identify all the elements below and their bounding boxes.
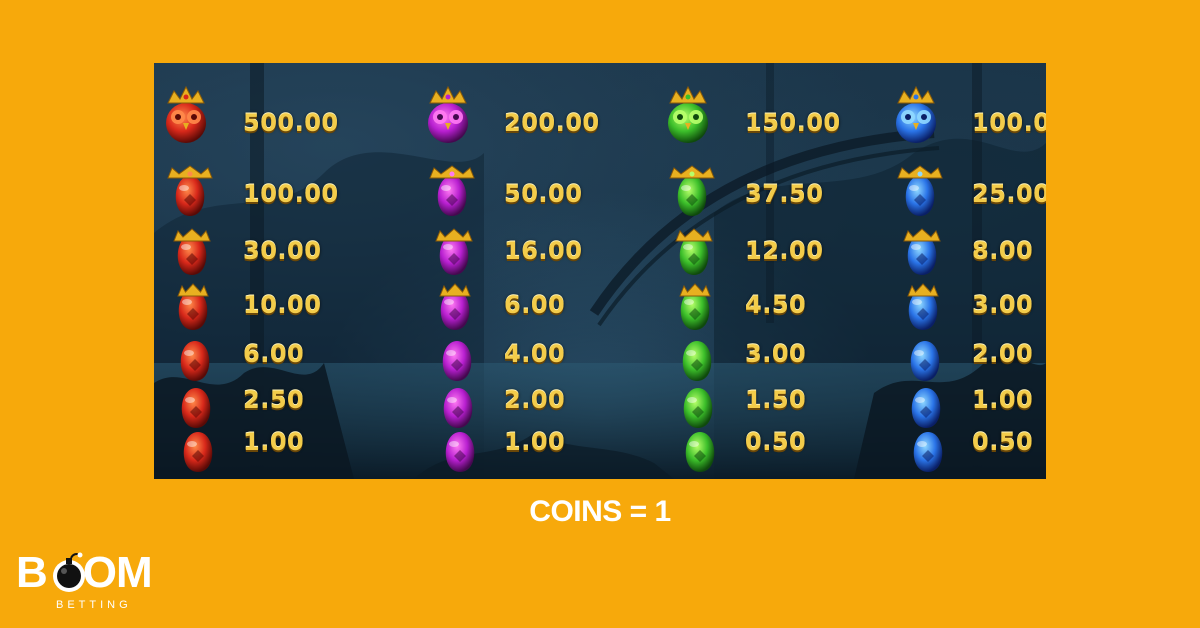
paytable-row: 100.00	[886, 85, 1046, 143]
paytable-panel: 500.00 100.00 30.00 10.00 6.00 2.50 1.00 200.0…	[154, 63, 1046, 479]
purple-gem-small-icon	[428, 378, 473, 428]
green-gem-large-crown-icon	[662, 165, 715, 218]
purple-gem-large-crown-icon	[422, 165, 475, 218]
red-gem-icon	[165, 331, 210, 381]
green-gem-crown-icon	[664, 225, 713, 275]
red-gem-small-crown-icon	[163, 280, 210, 330]
paytable-row: 1.00	[156, 422, 386, 472]
paytable-row: 25.00	[886, 165, 1046, 216]
paytable-row: 2.00	[886, 331, 1046, 381]
brand-word-end: OM	[82, 548, 153, 597]
payout-value: 100.00	[972, 109, 1046, 137]
payout-value: 16.00	[504, 237, 583, 265]
payout-value: 100.00	[243, 180, 339, 208]
blue-gem-small-icon	[896, 378, 941, 428]
paytable-row: 6.00	[156, 331, 386, 381]
paytable-row: 3.00	[886, 283, 1046, 330]
paytable-row: 1.00	[886, 378, 1046, 428]
payout-value: 1.00	[243, 428, 305, 456]
payout-value: 12.00	[745, 237, 824, 265]
blue-owl-icon	[886, 85, 946, 145]
payout-value: 3.00	[972, 291, 1034, 319]
payout-value: 1.00	[972, 386, 1034, 414]
payout-value: 2.00	[972, 340, 1034, 368]
payout-value: 4.00	[504, 340, 566, 368]
coins-caption: COINS = 1	[529, 495, 671, 528]
payout-value: 10.00	[243, 291, 322, 319]
red-gem-smallest-icon	[168, 422, 213, 472]
paytable-row: 2.50	[156, 378, 386, 428]
paytable-row: 1.00	[418, 422, 648, 472]
payout-value: 25.00	[972, 180, 1046, 208]
paytable-row: 37.50	[658, 165, 888, 216]
payout-value: 2.50	[243, 386, 305, 414]
paytable-row: 3.00	[658, 331, 888, 381]
paytable-row: 2.00	[418, 378, 648, 428]
paytable-row: 0.50	[886, 422, 1046, 472]
payout-value: 150.00	[745, 109, 841, 137]
purple-gem-icon	[427, 331, 472, 381]
payout-value: 6.00	[243, 340, 305, 368]
paytable-row: 4.50	[658, 283, 888, 330]
paytable-row: 1.50	[658, 378, 888, 428]
purple-owl-icon	[418, 85, 478, 145]
payout-value: 1.00	[504, 428, 566, 456]
payout-value: 50.00	[504, 180, 583, 208]
blue-gem-small-crown-icon	[893, 280, 940, 330]
red-gem-small-icon	[166, 378, 211, 428]
payout-value: 30.00	[243, 237, 322, 265]
green-gem-smallest-icon	[670, 422, 715, 472]
paytable-row: 100.00	[156, 165, 386, 216]
payout-value: 200.00	[504, 109, 600, 137]
paytable-row: 30.00	[156, 228, 386, 275]
red-gem-crown-icon	[162, 225, 211, 275]
paytable-row: 200.00	[418, 85, 648, 143]
paytable-row: 150.00	[658, 85, 888, 143]
green-gem-small-icon	[668, 378, 713, 428]
payout-value: 4.50	[745, 291, 807, 319]
paytable-row: 0.50	[658, 422, 888, 472]
payout-value: 0.50	[972, 428, 1034, 456]
red-owl-icon	[156, 85, 216, 145]
purple-gem-small-crown-icon	[425, 280, 472, 330]
blue-gem-smallest-icon	[898, 422, 943, 472]
payout-value: 1.50	[745, 386, 807, 414]
payout-value: 37.50	[745, 180, 824, 208]
paytable-row: 12.00	[658, 228, 888, 275]
payout-value: 6.00	[504, 291, 566, 319]
paytable-row: 50.00	[418, 165, 648, 216]
blue-gem-crown-icon	[892, 225, 941, 275]
green-gem-small-crown-icon	[665, 280, 712, 330]
purple-gem-crown-icon	[424, 225, 473, 275]
paytable-row: 500.00	[156, 85, 386, 143]
payout-value: 8.00	[972, 237, 1034, 265]
paytable-row: 8.00	[886, 228, 1046, 275]
payout-value: 3.00	[745, 340, 807, 368]
blue-gem-icon	[895, 331, 940, 381]
paytable-row: 6.00	[418, 283, 648, 330]
green-gem-icon	[667, 331, 712, 381]
paytable-row: 4.00	[418, 331, 648, 381]
paytable-row: 10.00	[156, 283, 386, 330]
purple-gem-smallest-icon	[430, 422, 475, 472]
green-owl-icon	[658, 85, 718, 145]
payout-value: 2.00	[504, 386, 566, 414]
blue-gem-large-crown-icon	[890, 165, 943, 218]
paytable-row: 16.00	[418, 228, 648, 275]
brand-logo: B OM BETTING	[16, 549, 166, 615]
payout-value: 500.00	[243, 109, 339, 137]
bomb-icon	[53, 552, 85, 592]
payout-value: 0.50	[745, 428, 807, 456]
brand-word-start: B	[16, 548, 48, 597]
red-gem-large-crown-icon	[160, 165, 213, 218]
brand-subtitle: BETTING	[56, 599, 132, 611]
